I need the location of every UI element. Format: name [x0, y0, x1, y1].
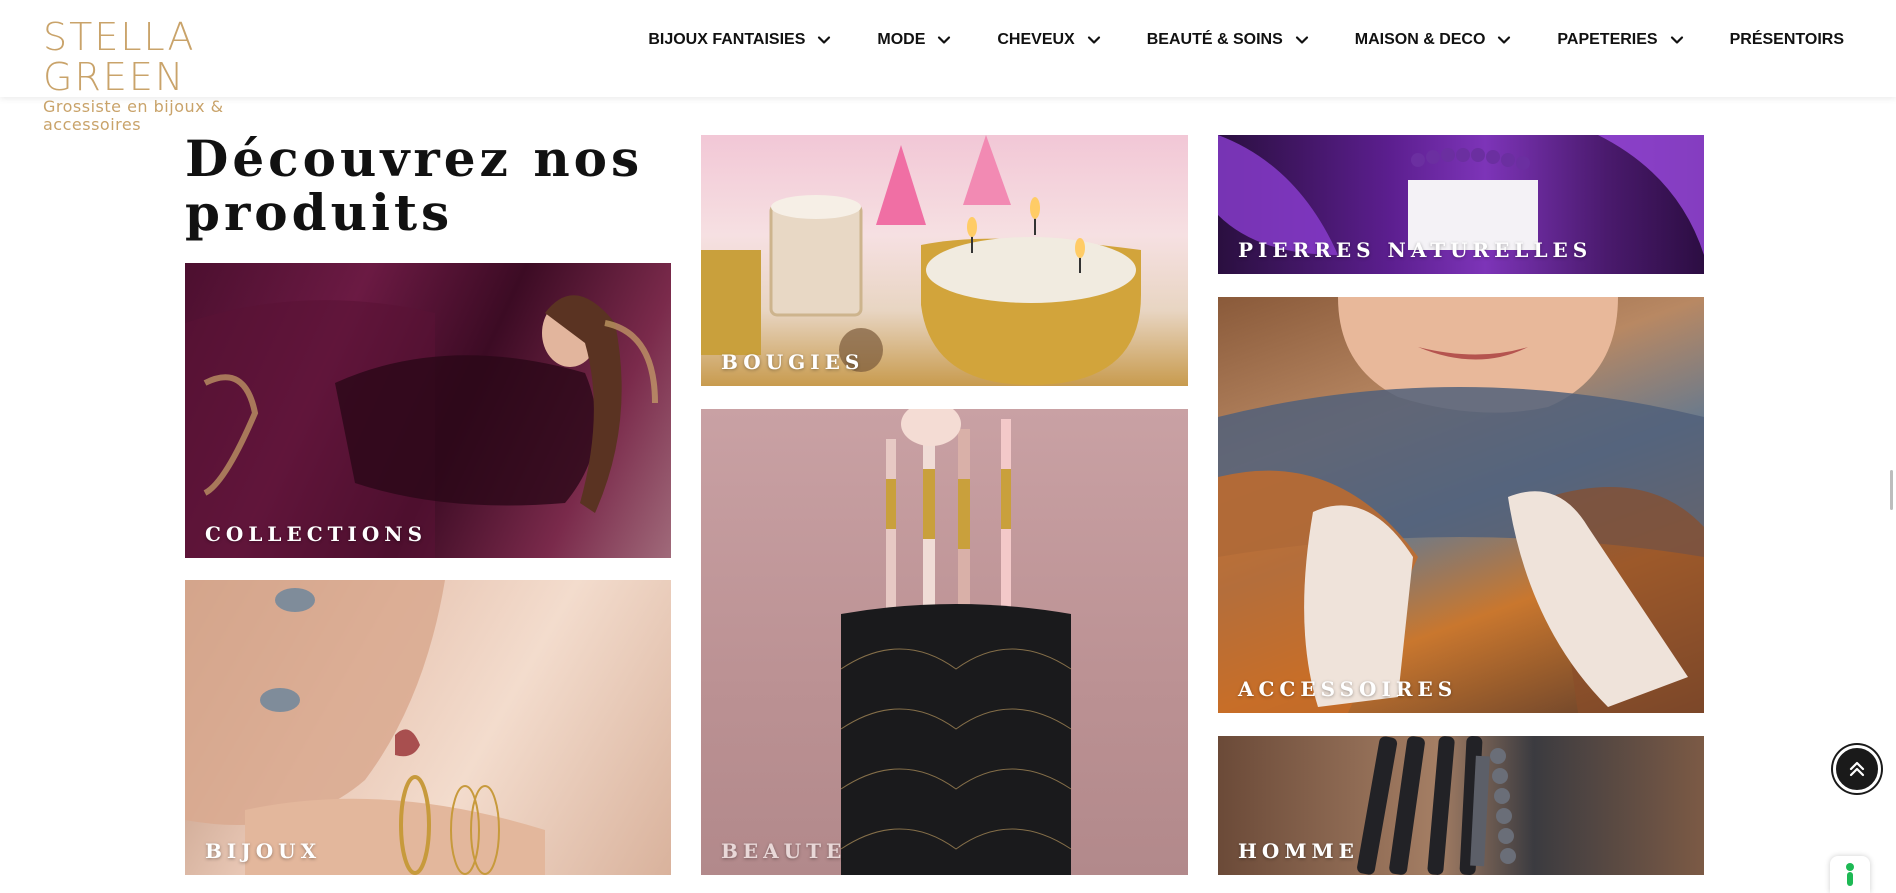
- nav-item-mode[interactable]: MODE: [877, 31, 951, 49]
- chevron-down-icon: [1295, 33, 1309, 47]
- nav-item-label: MODE: [877, 31, 926, 48]
- chevron-down-icon: [817, 33, 831, 47]
- category-tile-pierres[interactable]: PIERRES NATURELLES: [1218, 135, 1704, 274]
- main-nav: BIJOUX FANTAISIES MODE CHEVEUX BEAUTÉ & …: [602, 31, 1844, 49]
- accessibility-button[interactable]: [1830, 856, 1870, 893]
- brand-title: STELLA GREEN: [43, 15, 196, 99]
- chevron-down-icon: [1087, 33, 1101, 47]
- nav-item-label: MAISON & DECO: [1354, 31, 1486, 48]
- category-tile-bougies[interactable]: BOUGIES: [701, 135, 1188, 386]
- tile-label: ACCESSOIRES: [1238, 677, 1458, 701]
- tile-label: BIJOUX: [205, 839, 322, 863]
- tile-label: HOMME: [1238, 839, 1359, 863]
- section-heading: Découvrez nos produits: [185, 129, 644, 242]
- nav-item-bijoux-fantaisies[interactable]: BIJOUX FANTAISIES: [648, 31, 831, 49]
- page-scrollbar[interactable]: [1890, 470, 1893, 510]
- brand-subtitle: Grossiste en bijoux & accessoires: [43, 97, 224, 134]
- accessoires-image: [1218, 297, 1704, 713]
- nav-item-beaute-soins[interactable]: BEAUTÉ & SOINS: [1147, 31, 1309, 49]
- nav-item-presentoirs[interactable]: PRÉSENTOIRS: [1730, 31, 1844, 49]
- nav-item-label: BEAUTÉ & SOINS: [1146, 31, 1283, 48]
- tile-label: BOUGIES: [721, 350, 865, 374]
- nav-item-label: PRÉSENTOIRS: [1729, 31, 1844, 48]
- category-tile-beaute[interactable]: BEAUTE: [701, 409, 1188, 875]
- accessibility-icon: [1846, 863, 1854, 886]
- brand-logo[interactable]: STELLA GREEN Grossiste en bijoux & acces…: [43, 17, 323, 134]
- bijoux-image: [185, 580, 545, 875]
- chevron-down-icon: [1670, 33, 1684, 47]
- nav-item-papeteries[interactable]: PAPETERIES: [1557, 31, 1683, 49]
- nav-item-cheveux[interactable]: CHEVEUX: [997, 31, 1100, 49]
- nav-item-label: BIJOUX FANTAISIES: [648, 31, 806, 48]
- tile-label: BEAUTE: [721, 839, 847, 863]
- category-tile-homme[interactable]: HOMME: [1218, 736, 1704, 875]
- bougies-image: [701, 135, 1141, 385]
- category-tile-bijoux[interactable]: BIJOUX: [185, 580, 671, 875]
- nav-item-maison-deco[interactable]: MAISON & DECO: [1355, 31, 1512, 49]
- chevron-down-icon: [937, 33, 951, 47]
- chevron-down-icon: [1497, 33, 1511, 47]
- scroll-to-top-button[interactable]: [1833, 745, 1881, 793]
- collections-image: [185, 295, 658, 558]
- double-chevron-up-icon: [1849, 761, 1865, 777]
- site-header: STELLA GREEN Grossiste en bijoux & acces…: [0, 0, 1896, 134]
- category-tile-collections[interactable]: COLLECTIONS: [185, 263, 671, 558]
- category-tile-accessoires[interactable]: ACCESSOIRES: [1218, 297, 1704, 713]
- tile-label: COLLECTIONS: [205, 522, 428, 546]
- nav-item-label: PAPETERIES: [1557, 31, 1658, 48]
- nav-item-label: CHEVEUX: [997, 31, 1075, 48]
- tile-label: PIERRES NATURELLES: [1238, 238, 1593, 262]
- beaute-image: [840, 409, 1072, 875]
